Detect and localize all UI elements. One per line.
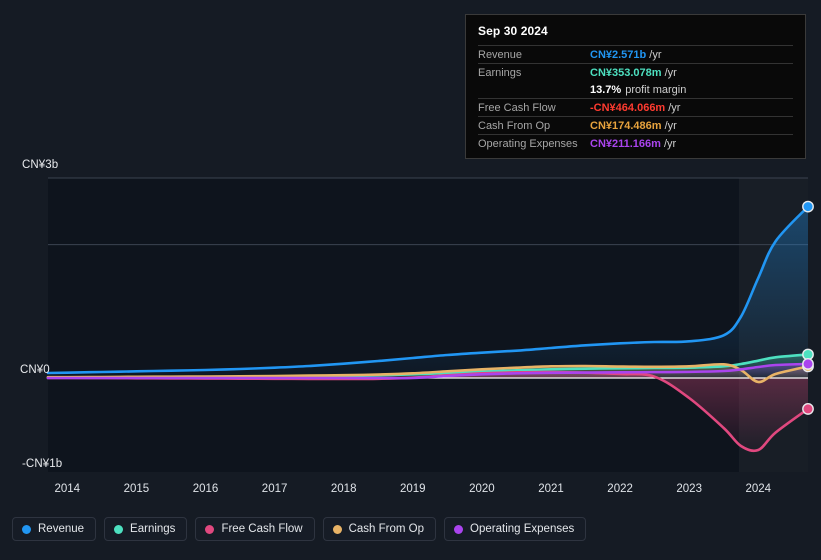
legend-item-label: Cash From Op [348, 523, 425, 535]
x-axis: 2014 2015 2016 2017 2018 2019 2020 2021 2022 2023… [0, 483, 821, 503]
x-axis-tick-2022: 2022 [607, 483, 633, 495]
x-axis-tick-2023: 2023 [676, 483, 702, 495]
legend-color-dot-icon [454, 524, 464, 534]
tooltip-metric-label: Earnings [478, 66, 522, 79]
x-axis-tick-2016: 2016 [192, 483, 219, 495]
series-endpoint-operating-expenses [802, 358, 814, 370]
tooltip-metric-value: -CN¥464.066m/yr [590, 101, 681, 114]
legend-color-dot-icon [332, 524, 342, 534]
tooltip-rows: Revenue CN¥2.571b/yr Earnings CN¥353.078m/y… [478, 45, 793, 152]
tooltip-metric-value: CN¥174.486m/yr [590, 119, 677, 132]
tooltip-metric-label: Free Cash Flow [478, 101, 556, 114]
tooltip-metric-label: Cash From Op [478, 119, 551, 132]
y-axis-label-bottom: -CN¥1b [22, 458, 63, 470]
x-axis-tick-2014: 2014 [54, 483, 81, 495]
y-axis-label-top: CN¥3b [22, 159, 59, 171]
legend-color-dot-icon [114, 524, 124, 534]
tooltip-row: Free Cash Flow -CN¥464.066m/yr [478, 98, 793, 116]
x-axis-tick-2020: 2020 [469, 483, 495, 495]
tooltip-row: Revenue CN¥2.571b/yr [478, 45, 793, 63]
tooltip-profit-margin-value: 13.7% profit margin [590, 83, 687, 96]
legend-color-dot-icon [205, 524, 215, 534]
tooltip-row: Cash From Op CN¥174.486m/yr [478, 116, 793, 134]
legend-item-label: Free Cash Flow [221, 523, 303, 535]
legend-item-revenue[interactable]: Revenue [12, 517, 97, 541]
legend-item-label: Earnings [130, 523, 176, 535]
series-endpoint-free-cash-flow [802, 403, 814, 415]
x-axis-tick-2017: 2017 [261, 483, 288, 495]
legend-item-label: Revenue [38, 523, 85, 535]
x-axis-tick-2019: 2019 [400, 483, 426, 495]
x-axis-tick-2015: 2015 [123, 483, 150, 495]
legend-item-free-cash-flow[interactable]: Free Cash Flow [195, 517, 315, 541]
tooltip-row: Earnings CN¥353.078m/yr [478, 63, 793, 81]
legend-item-cash-from-op[interactable]: Cash From Op [322, 517, 437, 541]
x-axis-tick-2024: 2024 [745, 483, 772, 495]
tooltip-metric-label: Operating Expenses [478, 137, 578, 150]
x-axis-tick-2018: 2018 [330, 483, 357, 495]
y-axis-label-zero: CN¥0 [20, 364, 50, 376]
tooltip-metric-value: CN¥353.078m/yr [590, 66, 677, 79]
chart-tooltip: Sep 30 2024 Revenue CN¥2.571b/yr Earnings C… [465, 14, 806, 159]
chart-legend: Revenue Earnings Free Cash Flow Cash From O… [12, 517, 587, 541]
legend-item-label: Operating Expenses [470, 523, 575, 535]
tooltip-profit-margin-row: 13.7% profit margin [478, 81, 793, 98]
x-axis-tick-2021: 2021 [538, 483, 564, 495]
legend-item-earnings[interactable]: Earnings [104, 517, 188, 541]
series-endpoint-revenue [802, 200, 814, 213]
legend-item-operating-expenses[interactable]: Operating Expenses [444, 517, 587, 541]
tooltip-metric-label: Revenue [478, 48, 523, 61]
tooltip-metric-value: CN¥2.571b/yr [590, 48, 662, 61]
legend-color-dot-icon [22, 524, 31, 534]
chart-screenshot: CN¥3b CN¥0 -CN¥1b 2014 2015 2016 2017 2018 20… [0, 0, 821, 560]
tooltip-metric-value: CN¥211.166m/yr [590, 137, 677, 150]
tooltip-row: Operating Expenses CN¥211.166m/yr [478, 134, 793, 152]
tooltip-date: Sep 30 2024 [478, 24, 548, 38]
